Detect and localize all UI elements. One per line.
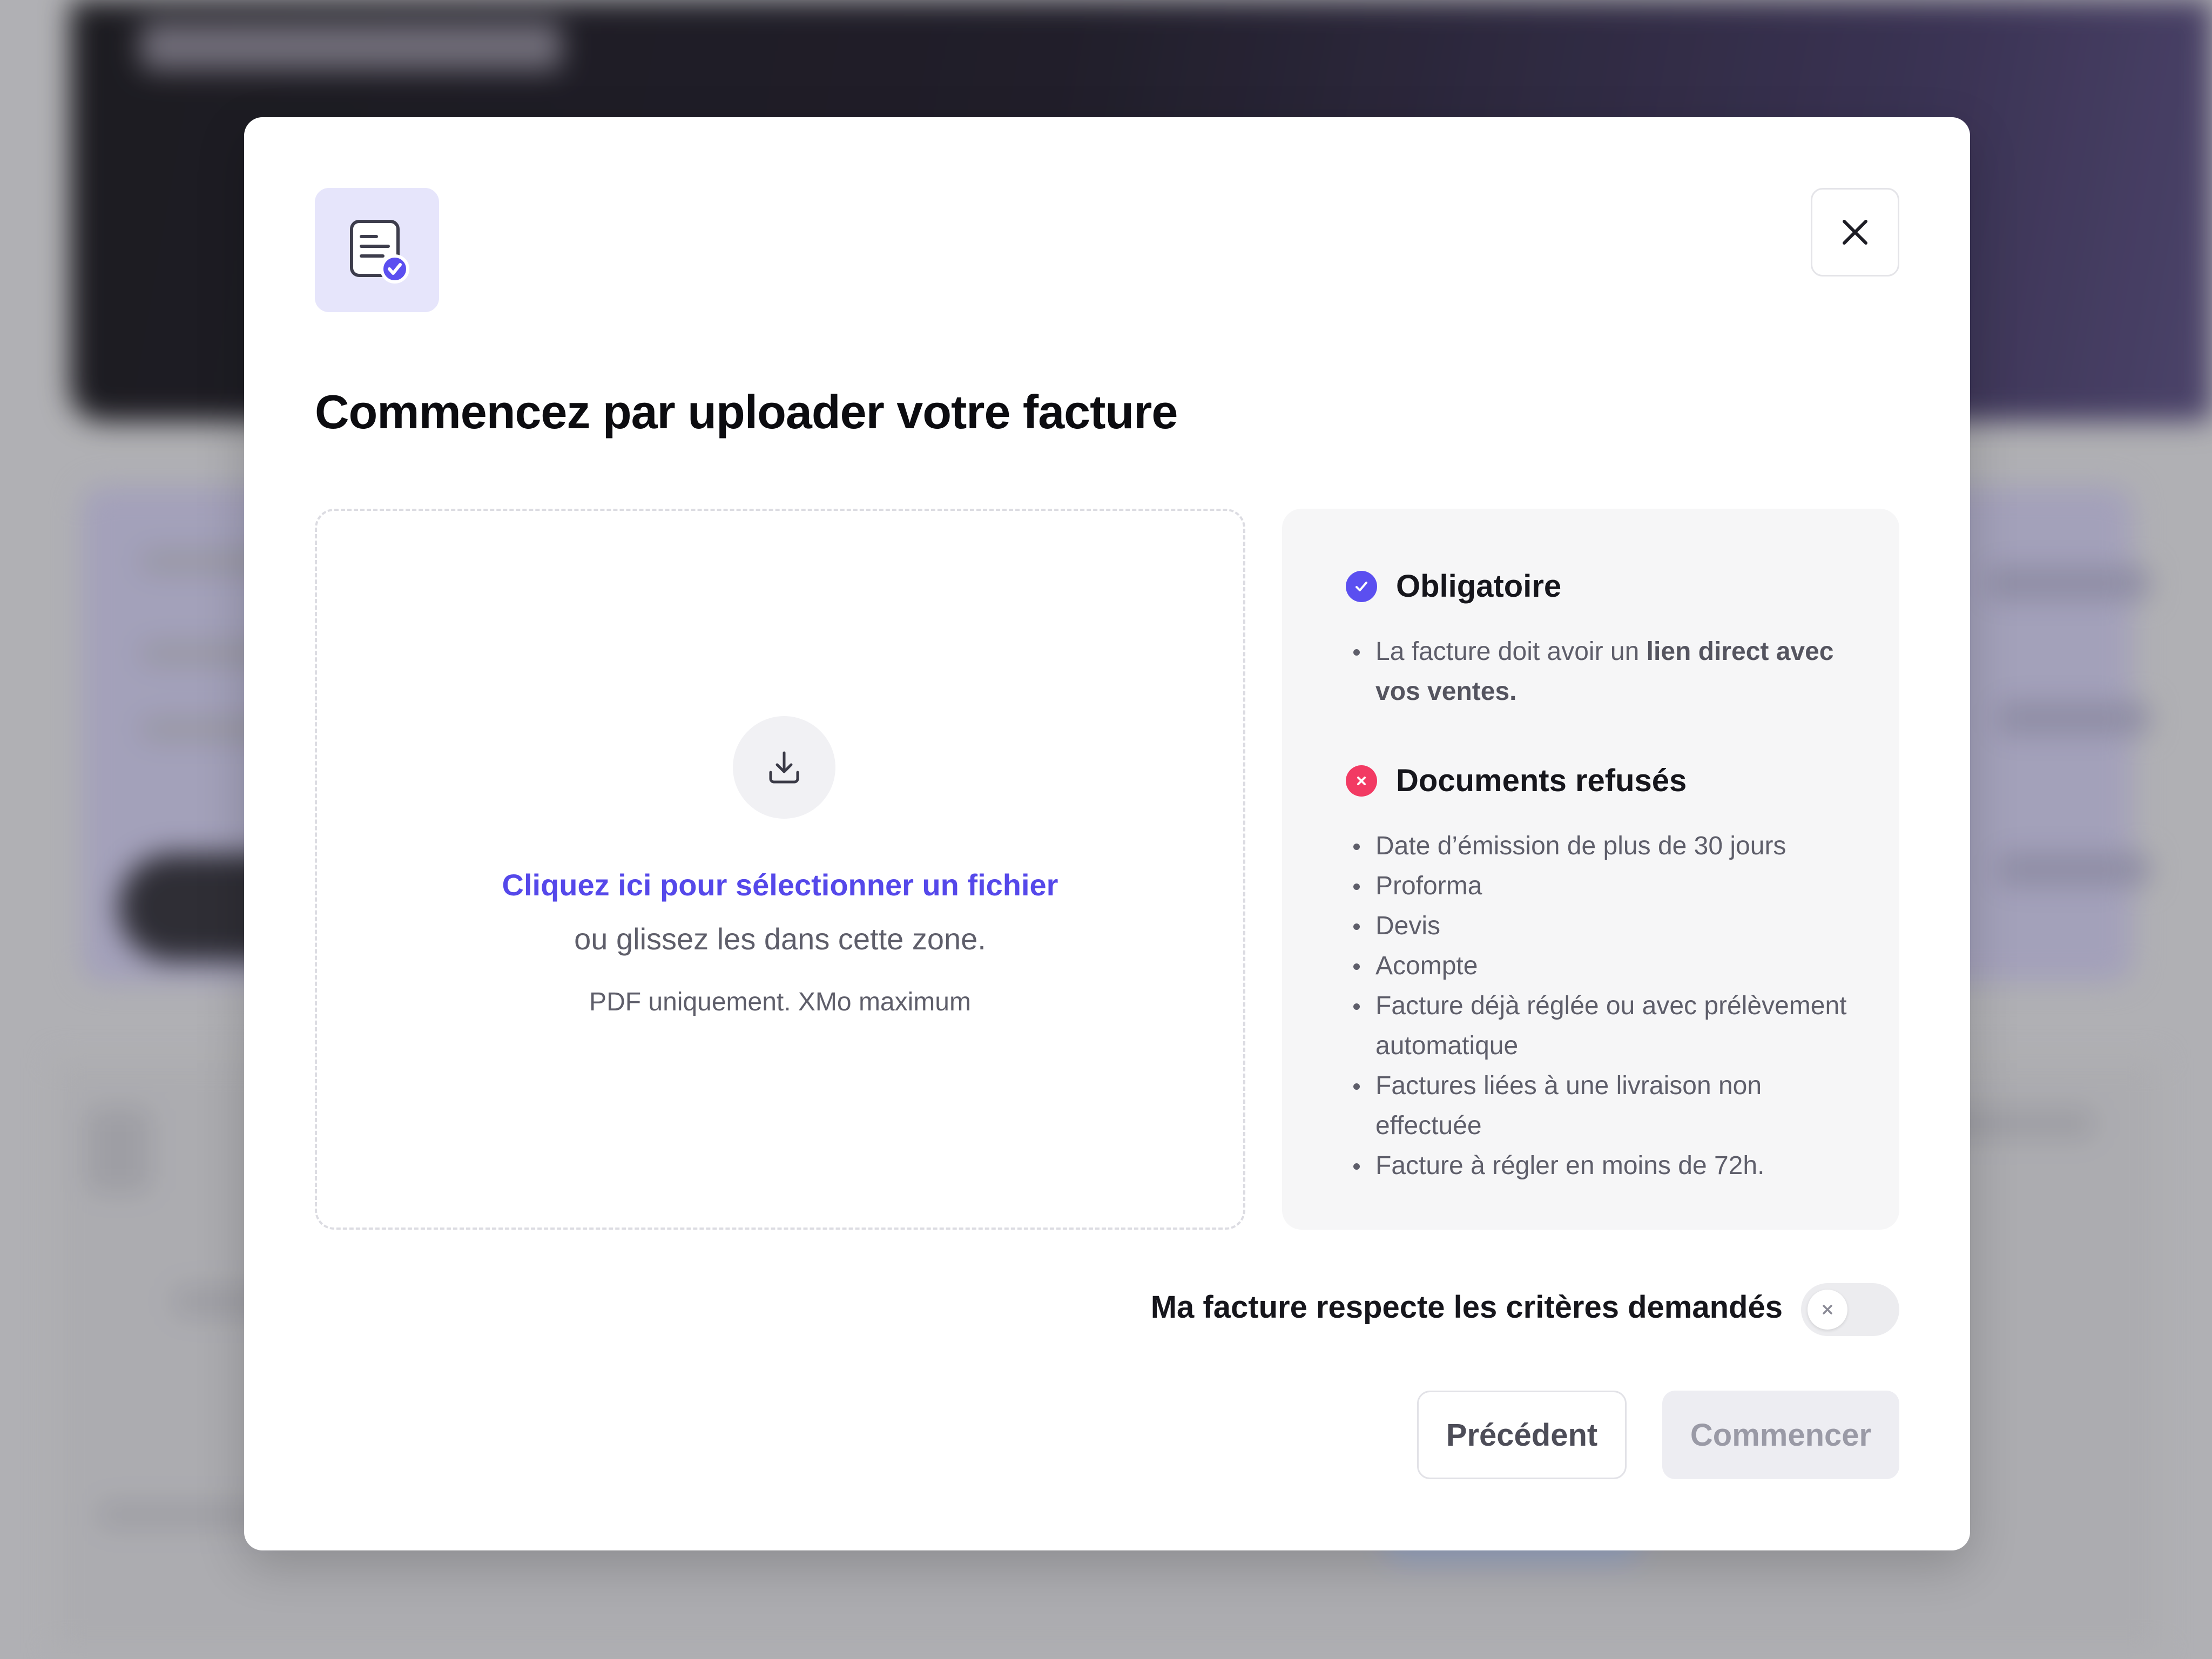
close-icon bbox=[1843, 220, 1867, 245]
file-dropzone[interactable]: Cliquez ici pour sélectionner un fichier… bbox=[315, 509, 1245, 1230]
required-list: La facture doit avoir un lien direct ave… bbox=[1346, 632, 1864, 712]
criteria-confirm-toggle[interactable] bbox=[1801, 1283, 1899, 1336]
refused-heading: Documents refusés bbox=[1346, 763, 1687, 799]
error-circle-icon bbox=[1346, 765, 1377, 797]
upload-icon-circle bbox=[733, 716, 835, 819]
download-icon bbox=[769, 751, 799, 784]
close-button[interactable] bbox=[1811, 188, 1899, 276]
required-item-text: La facture doit avoir un bbox=[1375, 637, 1647, 666]
invoice-check-icon bbox=[350, 220, 409, 284]
list-item: Factures liées à une livraison non effec… bbox=[1346, 1066, 1864, 1146]
required-title: Obligatoire bbox=[1396, 569, 1562, 604]
list-item: Proforma bbox=[1346, 866, 1864, 906]
criteria-panel: Obligatoire La facture doit avoir un lie… bbox=[1282, 509, 1899, 1230]
list-item: Facture à régler en moins de 72h. bbox=[1346, 1146, 1864, 1186]
select-file-link[interactable]: Cliquez ici pour sélectionner un fichier bbox=[317, 867, 1243, 902]
file-constraints-hint: PDF uniquement. XMo maximum bbox=[589, 988, 971, 1016]
criteria-confirm-label[interactable]: Ma facture respecte les critères demandé… bbox=[1151, 1289, 1783, 1325]
start-button[interactable]: Commencer bbox=[1662, 1391, 1899, 1479]
previous-button[interactable]: Précédent bbox=[1417, 1391, 1627, 1479]
list-item: Devis bbox=[1346, 906, 1864, 946]
check-circle-icon bbox=[1346, 570, 1377, 602]
close-icon bbox=[1823, 1305, 1832, 1314]
list-item: Date d’émission de plus de 30 jours bbox=[1346, 826, 1864, 866]
drop-instruction: ou glissez les dans cette zone. bbox=[574, 922, 986, 956]
list-item: Facture déjà réglée ou avec prélèvement … bbox=[1346, 986, 1864, 1066]
list-item: La facture doit avoir un lien direct ave… bbox=[1346, 632, 1864, 712]
invoice-icon-tile bbox=[315, 188, 439, 312]
toggle-knob bbox=[1808, 1290, 1847, 1330]
upload-invoice-modal: Commencez par uploader votre facture Cli… bbox=[244, 117, 1970, 1550]
refused-list: Date d’émission de plus de 30 jours Prof… bbox=[1346, 826, 1864, 1186]
refused-title: Documents refusés bbox=[1396, 763, 1687, 798]
required-heading: Obligatoire bbox=[1346, 568, 1561, 604]
modal-title: Commencez par uploader votre facture bbox=[315, 385, 1178, 439]
list-item: Acompte bbox=[1346, 946, 1864, 986]
